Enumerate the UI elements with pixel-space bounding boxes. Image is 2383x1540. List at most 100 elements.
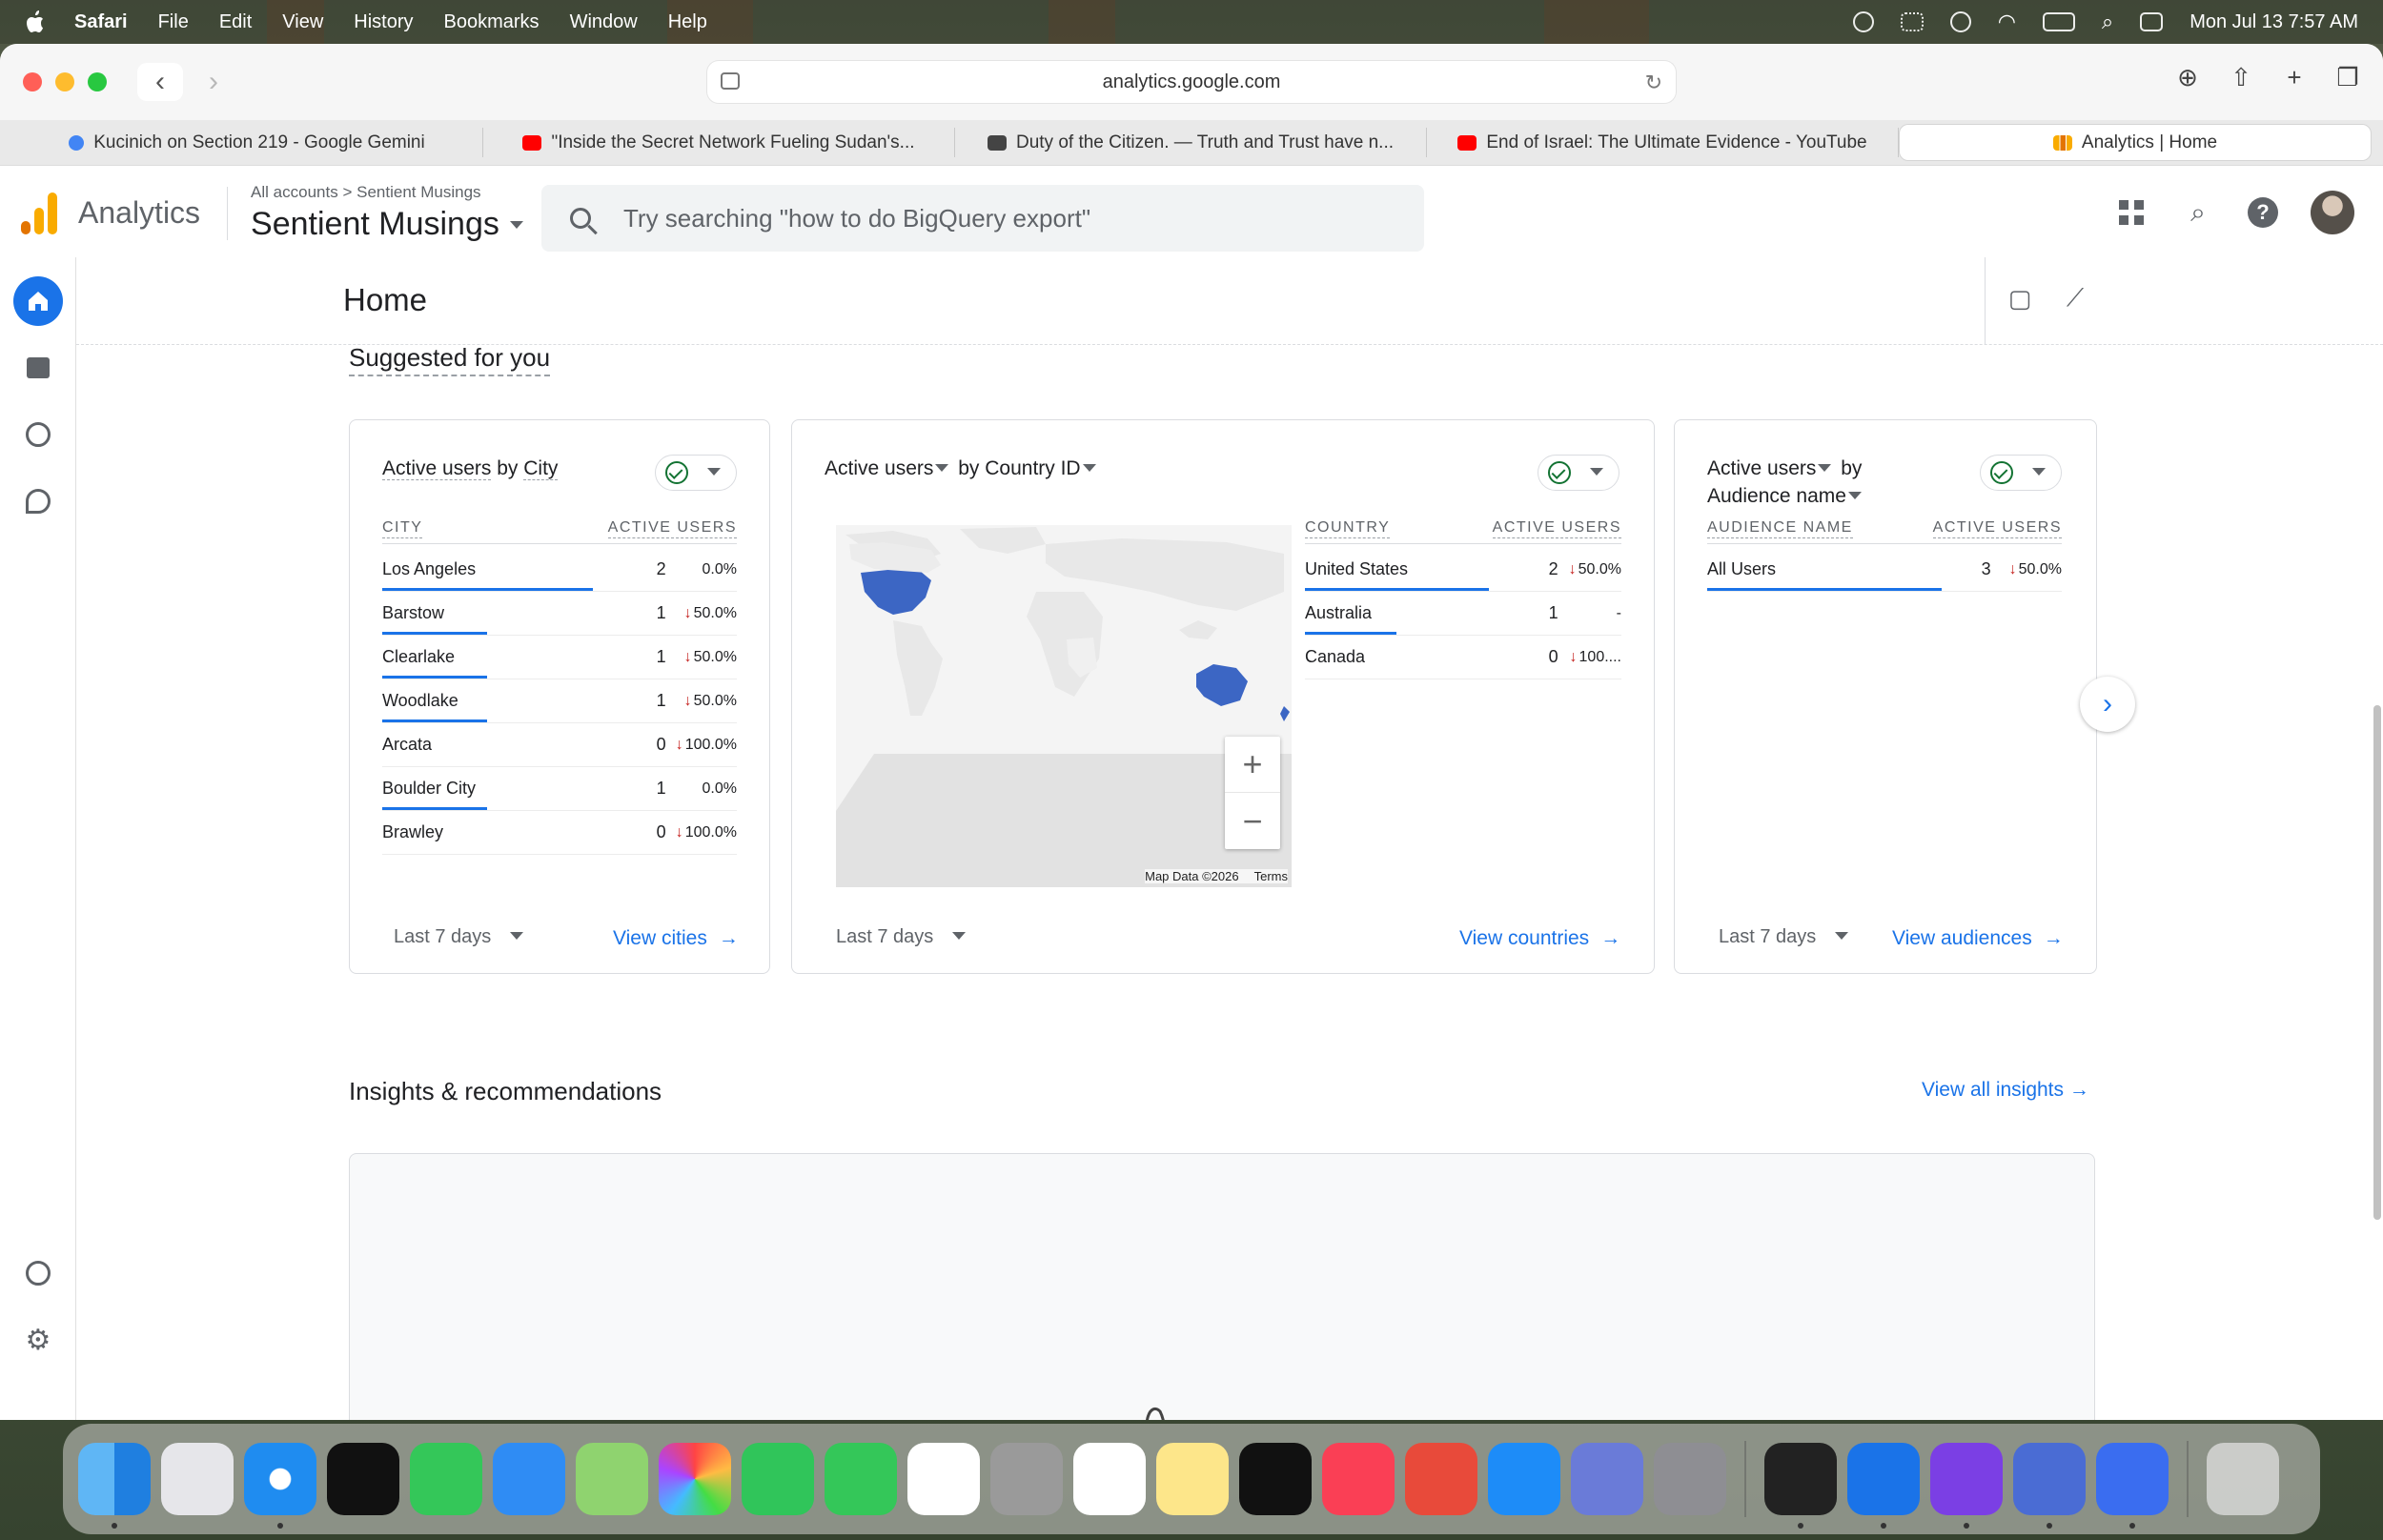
australia-region[interactable] — [1196, 664, 1248, 706]
settings-gear-icon[interactable]: ⚙ — [13, 1315, 63, 1365]
card-status-chip[interactable] — [1538, 455, 1619, 491]
terminal-app-icon[interactable] — [2096, 1443, 2169, 1529]
usa-region[interactable] — [861, 569, 931, 615]
explore-nav-icon[interactable] — [13, 410, 63, 459]
account-picker[interactable]: All accounts > Sentient Musings Sentient… — [251, 183, 527, 243]
notes-app-icon[interactable] — [1156, 1443, 1229, 1515]
apple-menu-icon[interactable] — [25, 10, 46, 34]
card-status-chip[interactable] — [655, 455, 737, 491]
table-row[interactable]: All Users 3 ↓ 50.0% — [1707, 548, 2062, 592]
search-bar[interactable]: Try searching "how to do BigQuery export… — [541, 185, 1424, 252]
rocket-app-icon[interactable] — [1405, 1443, 1477, 1515]
dimension-dropdown-icon[interactable] — [1082, 463, 1096, 472]
table-row[interactable]: Boulder City 1 0.0% — [382, 767, 737, 811]
play-status-icon[interactable] — [1949, 11, 1971, 32]
view-audiences-link[interactable]: View audiences → — [1892, 927, 2064, 950]
tab-youtube-sudan[interactable]: "Inside the Secret Network Fueling Sudan… — [483, 128, 955, 157]
music-icon[interactable] — [1322, 1443, 1395, 1515]
grid-status-icon[interactable] — [1900, 12, 1924, 31]
date-range-picker[interactable]: Last 7 days — [1719, 926, 1852, 948]
analytics-logo-icon[interactable] — [21, 192, 57, 234]
metric-label[interactable]: Active users — [1707, 457, 1816, 479]
table-row[interactable]: Australia 1 - — [1305, 592, 1621, 636]
apple-tv-icon[interactable] — [1239, 1443, 1312, 1515]
help-icon[interactable]: ? — [2248, 197, 2278, 228]
map-terms-link[interactable]: Terms — [1254, 869, 1288, 883]
trash-icon[interactable] — [2207, 1443, 2279, 1515]
wifi-icon[interactable]: ◠ — [1998, 10, 2016, 34]
tab-gemini[interactable]: Kucinich on Section 219 - Google Gemini — [11, 128, 483, 157]
downloads-icon[interactable]: ⊕ — [2173, 63, 2202, 91]
avatar[interactable] — [2311, 191, 2354, 234]
zoom-window-button[interactable] — [88, 72, 107, 91]
new-tab-icon[interactable]: + — [2280, 63, 2309, 91]
finder-icon[interactable] — [78, 1443, 151, 1529]
date-range-picker[interactable]: Last 7 days — [836, 926, 969, 948]
contacts-icon[interactable] — [990, 1443, 1063, 1515]
world-map[interactable]: + − Map Data ©2026 Terms — [836, 525, 1293, 887]
tab-overview-icon[interactable]: ❐ — [2333, 63, 2362, 91]
reminders-icon[interactable] — [1073, 1443, 1146, 1515]
mail-icon[interactable] — [493, 1443, 565, 1515]
menu-file[interactable]: File — [158, 11, 189, 33]
table-row[interactable]: Clearlake 1 ↓ 50.0% — [382, 636, 737, 679]
spotlight-icon[interactable]: ⌕ — [2102, 10, 2113, 34]
apps-grid-icon[interactable] — [2114, 195, 2149, 230]
address-bar[interactable]: analytics.google.com ↻ — [707, 61, 1676, 103]
menu-history[interactable]: History — [354, 11, 413, 33]
safari-icon[interactable] — [244, 1443, 316, 1529]
calendar-icon[interactable] — [907, 1443, 980, 1515]
tab-analytics-home[interactable]: Analytics | Home — [1899, 124, 2372, 161]
site-settings-icon[interactable] — [721, 72, 740, 90]
forward-button[interactable]: › — [191, 63, 236, 101]
reports-nav-icon[interactable] — [13, 343, 63, 393]
back-button[interactable]: ‹ — [137, 63, 183, 101]
notes-icon[interactable]: ▢ — [2004, 282, 2036, 314]
table-row[interactable]: Woodlake 1 ↓ 50.0% — [382, 679, 737, 723]
storage-app-icon[interactable] — [2013, 1443, 2086, 1529]
minimize-window-button[interactable] — [55, 72, 74, 91]
admin-checklist-icon[interactable] — [13, 1248, 63, 1298]
date-range-picker[interactable]: Last 7 days — [394, 926, 527, 948]
share-icon[interactable]: ⇧ — [2227, 63, 2255, 91]
metric-label[interactable]: Active users — [382, 457, 492, 480]
page-scrollbar[interactable] — [2373, 705, 2381, 1220]
table-row[interactable]: Barstow 1 ↓ 50.0% — [382, 592, 737, 636]
phone-icon[interactable] — [825, 1443, 897, 1515]
table-row[interactable]: Canada 0 ↓ 100.... — [1305, 636, 1621, 679]
insights-sparkline-icon[interactable]: ⟋ — [2059, 282, 2091, 314]
menu-view[interactable]: View — [282, 11, 323, 33]
product-name[interactable]: Analytics — [78, 195, 200, 231]
dimension-dropdown-icon[interactable] — [1847, 491, 1862, 499]
advertising-nav-icon[interactable] — [13, 476, 63, 526]
tab-youtube-israel[interactable]: End of Israel: The Ultimate Evidence - Y… — [1427, 128, 1899, 157]
reload-icon[interactable]: ↻ — [1645, 71, 1662, 95]
close-window-button[interactable] — [23, 72, 42, 91]
menu-app-name[interactable]: Safari — [74, 11, 128, 33]
tab-duty-citizen[interactable]: Duty of the Citizen. — Truth and Trust h… — [955, 128, 1427, 157]
table-row[interactable]: Arcata 0 ↓ 100.0% — [382, 723, 737, 767]
carousel-next-button[interactable]: › — [2080, 677, 2135, 732]
launchpad-icon[interactable] — [161, 1443, 234, 1515]
facetime-icon[interactable] — [742, 1443, 814, 1515]
messages-icon[interactable] — [410, 1443, 482, 1515]
maps-icon[interactable] — [576, 1443, 648, 1515]
simulator-icon[interactable] — [1571, 1443, 1643, 1515]
metric-label[interactable]: Active users — [825, 457, 933, 479]
chatgpt-status-icon[interactable] — [1852, 11, 1874, 32]
table-row[interactable]: Brawley 0 ↓ 100.0% — [382, 811, 737, 855]
battery-icon[interactable] — [2042, 12, 2075, 31]
dimension-label[interactable]: Audience name — [1707, 485, 1846, 507]
dimension-label[interactable]: Country ID — [985, 457, 1080, 479]
view-all-insights-link[interactable]: View all insights → — [1922, 1079, 2089, 1102]
metric-dropdown-icon[interactable] — [1818, 463, 1832, 472]
menu-bookmarks[interactable]: Bookmarks — [444, 11, 540, 33]
photos-icon[interactable] — [659, 1443, 731, 1515]
menu-help[interactable]: Help — [668, 11, 707, 33]
github-desktop-icon[interactable] — [1930, 1443, 2003, 1529]
view-cities-link[interactable]: View cities → — [613, 927, 739, 950]
home-nav-icon[interactable] — [13, 276, 63, 326]
table-row[interactable]: United States 2 ↓ 50.0% — [1305, 548, 1621, 592]
zoom-in-button[interactable]: + — [1225, 737, 1280, 793]
metric-dropdown-icon[interactable] — [935, 463, 949, 472]
